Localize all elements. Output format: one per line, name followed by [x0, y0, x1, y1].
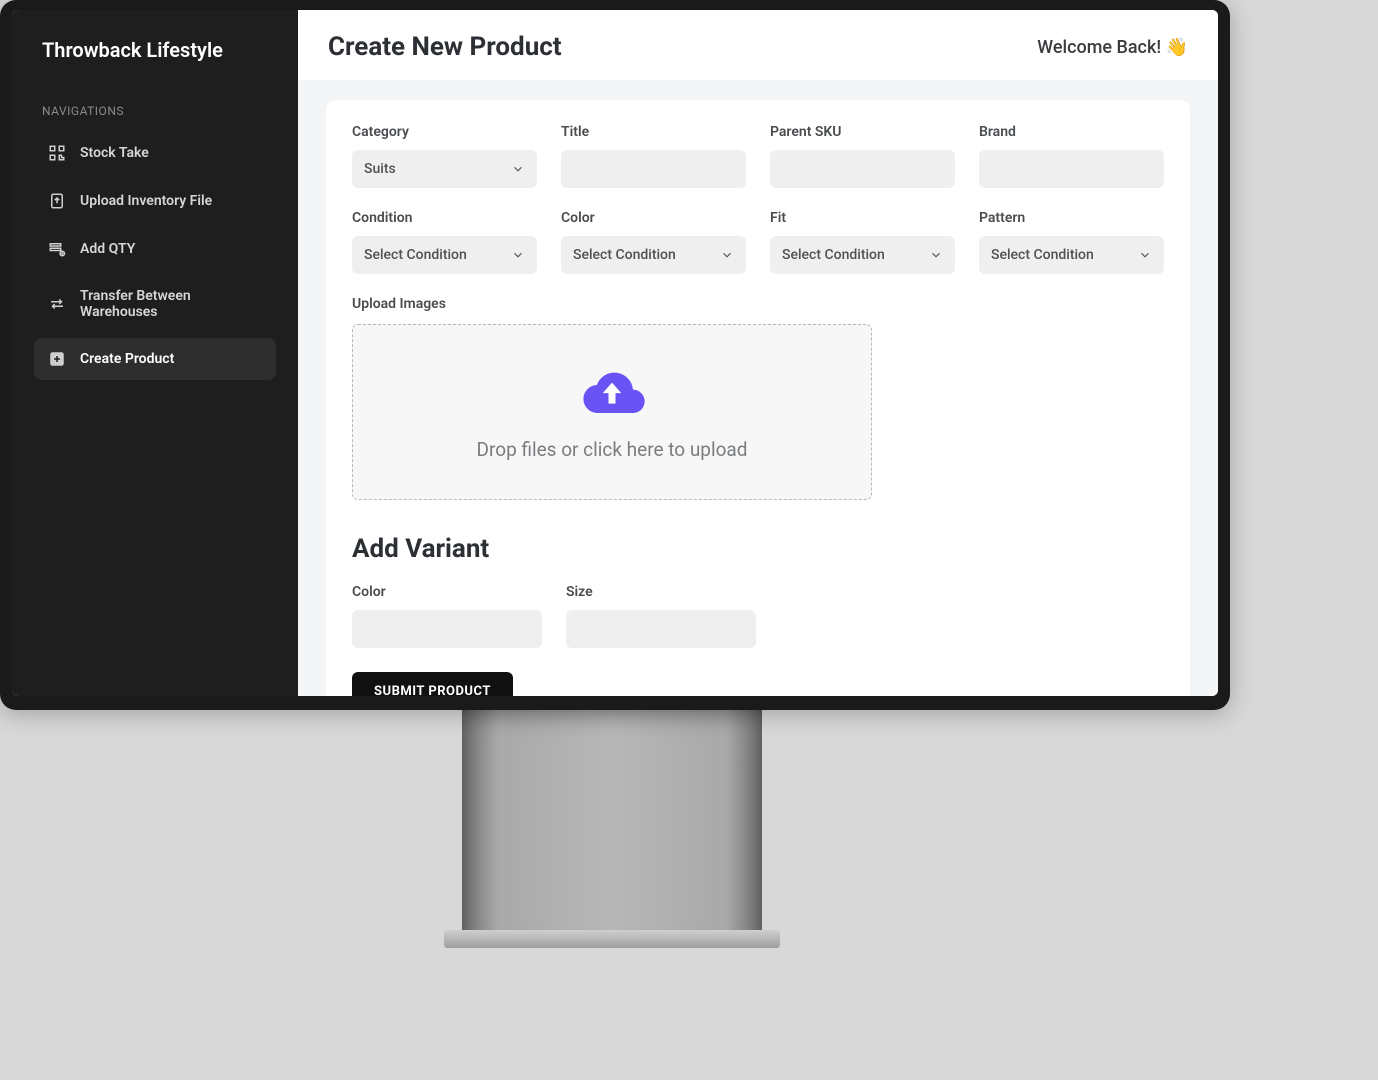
field-title: Title — [561, 124, 746, 188]
form-card: Category Suits Title — [326, 100, 1190, 696]
sidebar-item-create-product[interactable]: Create Product — [34, 338, 276, 380]
fit-label: Fit — [770, 210, 955, 226]
add-qty-icon — [48, 240, 66, 258]
monitor-frame: Throwback Lifestyle NAVIGATIONS Stock Ta… — [0, 0, 1230, 710]
form-row-2: Condition Select Condition Color Select … — [352, 210, 1164, 274]
color-placeholder: Select Condition — [573, 247, 676, 263]
field-category: Category Suits — [352, 124, 537, 188]
variant-color-input[interactable] — [352, 610, 542, 648]
welcome-text: Welcome Back! 👋 — [1037, 37, 1188, 58]
cloud-upload-icon — [573, 364, 651, 424]
brand-label: Brand — [979, 124, 1164, 140]
nav-section-label: NAVIGATIONS — [42, 104, 276, 118]
parent-sku-input[interactable] — [770, 150, 955, 188]
pattern-select[interactable]: Select Condition — [979, 236, 1164, 274]
color-select[interactable]: Select Condition — [561, 236, 746, 274]
sidebar-item-label: Transfer Between Warehouses — [80, 288, 262, 320]
upload-file-icon — [48, 192, 66, 210]
sidebar-item-upload-inventory[interactable]: Upload Inventory File — [34, 180, 276, 222]
main-area: Create New Product Welcome Back! 👋 Categ… — [298, 10, 1218, 696]
field-fit: Fit Select Condition — [770, 210, 955, 274]
monitor-stand-base — [444, 930, 780, 948]
form-row-1: Category Suits Title — [352, 124, 1164, 188]
sidebar-item-transfer-warehouses[interactable]: Transfer Between Warehouses — [34, 276, 276, 332]
field-variant-size: Size — [566, 584, 756, 648]
title-label: Title — [561, 124, 746, 140]
brand-title: Throwback Lifestyle — [42, 38, 276, 62]
upload-dropzone[interactable]: Drop files or click here to upload — [352, 324, 872, 500]
sidebar-item-label: Stock Take — [80, 145, 149, 161]
condition-select[interactable]: Select Condition — [352, 236, 537, 274]
chevron-down-icon — [929, 248, 943, 262]
condition-placeholder: Select Condition — [364, 247, 467, 263]
field-pattern: Pattern Select Condition — [979, 210, 1164, 274]
brand-input[interactable] — [979, 150, 1164, 188]
page-title: Create New Product — [328, 32, 562, 62]
sidebar-item-label: Add QTY — [80, 241, 135, 257]
variant-size-label: Size — [566, 584, 756, 600]
chevron-down-icon — [511, 248, 525, 262]
dropzone-hint: Drop files or click here to upload — [477, 438, 748, 461]
pattern-placeholder: Select Condition — [991, 247, 1094, 263]
add-variant-title: Add Variant — [352, 534, 1164, 564]
pattern-label: Pattern — [979, 210, 1164, 226]
sidebar-item-label: Upload Inventory File — [80, 193, 212, 209]
variant-color-label: Color — [352, 584, 542, 600]
topbar: Create New Product Welcome Back! 👋 — [298, 10, 1218, 80]
sidebar-item-stock-take[interactable]: Stock Take — [34, 132, 276, 174]
transfer-icon — [48, 295, 66, 313]
variant-size-input[interactable] — [566, 610, 756, 648]
field-condition: Condition Select Condition — [352, 210, 537, 274]
sidebar-item-add-qty[interactable]: Add QTY — [34, 228, 276, 270]
monitor-stand-neck — [462, 700, 762, 936]
field-parent-sku: Parent SKU — [770, 124, 955, 188]
field-brand: Brand — [979, 124, 1164, 188]
title-input[interactable] — [561, 150, 746, 188]
chevron-down-icon — [1138, 248, 1152, 262]
field-color: Color Select Condition — [561, 210, 746, 274]
submit-product-button[interactable]: SUBMIT PRODUCT — [352, 672, 513, 696]
category-select[interactable]: Suits — [352, 150, 537, 188]
qr-icon — [48, 144, 66, 162]
chevron-down-icon — [720, 248, 734, 262]
variant-row: Color Size — [352, 584, 1164, 648]
app-screen: Throwback Lifestyle NAVIGATIONS Stock Ta… — [12, 10, 1218, 696]
upload-images-label: Upload Images — [352, 296, 1164, 312]
category-label: Category — [352, 124, 537, 140]
category-value: Suits — [364, 161, 396, 177]
content: Category Suits Title — [298, 80, 1218, 696]
chevron-down-icon — [511, 162, 525, 176]
plus-square-icon — [48, 350, 66, 368]
color-label: Color — [561, 210, 746, 226]
fit-select[interactable]: Select Condition — [770, 236, 955, 274]
condition-label: Condition — [352, 210, 537, 226]
sidebar-item-label: Create Product — [80, 351, 174, 367]
field-variant-color: Color — [352, 584, 542, 648]
parent-sku-label: Parent SKU — [770, 124, 955, 140]
sidebar: Throwback Lifestyle NAVIGATIONS Stock Ta… — [12, 10, 298, 696]
fit-placeholder: Select Condition — [782, 247, 885, 263]
